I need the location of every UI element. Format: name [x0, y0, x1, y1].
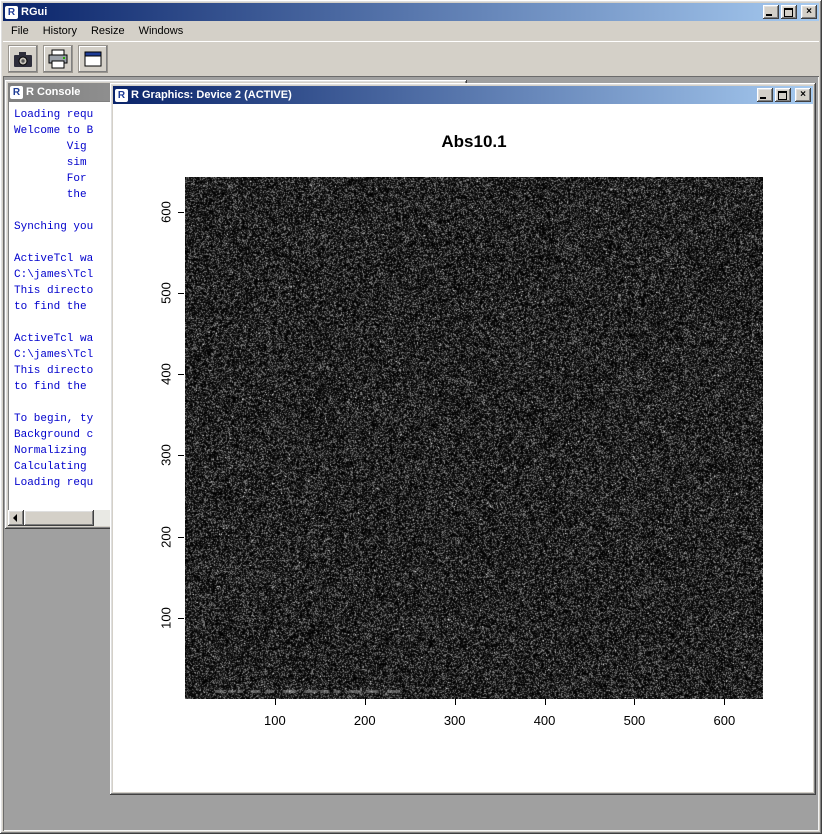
y-tick-label: 300	[159, 445, 174, 467]
r-logo-icon: R	[115, 89, 128, 102]
restore-button[interactable]	[781, 5, 797, 19]
minimize-button[interactable]	[763, 5, 779, 19]
y-tick-mark	[178, 537, 184, 538]
x-tick-label: 400	[523, 713, 567, 728]
x-tick-mark	[634, 699, 635, 705]
y-tick-label: 500	[159, 282, 174, 304]
menu-file[interactable]: File	[4, 22, 36, 40]
graphics-title: R Graphics: Device 2 (ACTIVE)	[131, 89, 754, 101]
screen: R RGui × File History Resize Windows	[0, 0, 822, 834]
menu-resize[interactable]: Resize	[84, 22, 132, 40]
x-tick-mark	[724, 699, 725, 705]
y-tick-mark	[178, 374, 184, 375]
main-titlebar[interactable]: R RGui ×	[3, 3, 819, 21]
menu-windows[interactable]: Windows	[132, 22, 191, 40]
window-icon	[81, 48, 105, 70]
restore-icon	[784, 8, 793, 17]
x-tick-label: 200	[343, 713, 387, 728]
y-tick-label: 100	[159, 607, 174, 629]
graphics-window: R R Graphics: Device 2 (ACTIVE) × Abs10.…	[110, 83, 816, 795]
y-tick-mark	[178, 618, 184, 619]
graphics-client: Abs10.1 100 200 300 400 500 600 100 200 300 400 50…	[113, 104, 813, 792]
toolbar	[3, 41, 819, 75]
minimize-icon	[760, 97, 766, 99]
menu-bar: File History Resize Windows	[3, 21, 819, 41]
main-window-title: RGui	[21, 6, 760, 18]
x-tick-mark	[365, 699, 366, 705]
mdi-workspace: R R Console Loading requWelcome to B Vig…	[3, 76, 819, 831]
graphics-minimize-button[interactable]	[757, 88, 773, 102]
main-window: R RGui × File History Resize Windows	[0, 0, 822, 834]
window-button[interactable]	[78, 45, 108, 73]
x-tick-label: 100	[253, 713, 297, 728]
printer-icon	[46, 48, 70, 70]
menu-history[interactable]: History	[36, 22, 84, 40]
x-tick-label: 300	[433, 713, 477, 728]
scrollbar-thumb[interactable]	[24, 510, 94, 526]
graphics-close-button[interactable]: ×	[795, 88, 811, 102]
arrow-left-icon	[13, 514, 17, 522]
scroll-left-button[interactable]	[8, 510, 24, 526]
camera-icon	[11, 48, 35, 70]
plot-image	[185, 177, 763, 699]
r-logo-icon: R	[5, 6, 18, 19]
y-tick-mark	[178, 455, 184, 456]
close-button[interactable]: ×	[801, 5, 817, 19]
copy-plot-button[interactable]	[8, 45, 38, 73]
x-tick-label: 600	[702, 713, 746, 728]
maximize-icon	[778, 91, 787, 100]
x-tick-mark	[455, 699, 456, 705]
graphics-titlebar[interactable]: R R Graphics: Device 2 (ACTIVE) ×	[113, 86, 813, 104]
x-tick-mark	[545, 699, 546, 705]
y-tick-mark	[178, 293, 184, 294]
y-tick-mark	[178, 212, 184, 213]
r-logo-icon: R	[10, 86, 23, 99]
microarray-canvas	[185, 177, 763, 699]
y-tick-label: 400	[159, 363, 174, 385]
graphics-maximize-button[interactable]	[775, 88, 791, 102]
x-tick-label: 500	[612, 713, 656, 728]
x-tick-mark	[275, 699, 276, 705]
plot-title: Abs10.1	[185, 132, 763, 152]
y-tick-label: 600	[159, 201, 174, 223]
y-tick-label: 200	[159, 526, 174, 548]
minimize-icon	[766, 14, 772, 16]
print-button[interactable]	[43, 45, 73, 73]
